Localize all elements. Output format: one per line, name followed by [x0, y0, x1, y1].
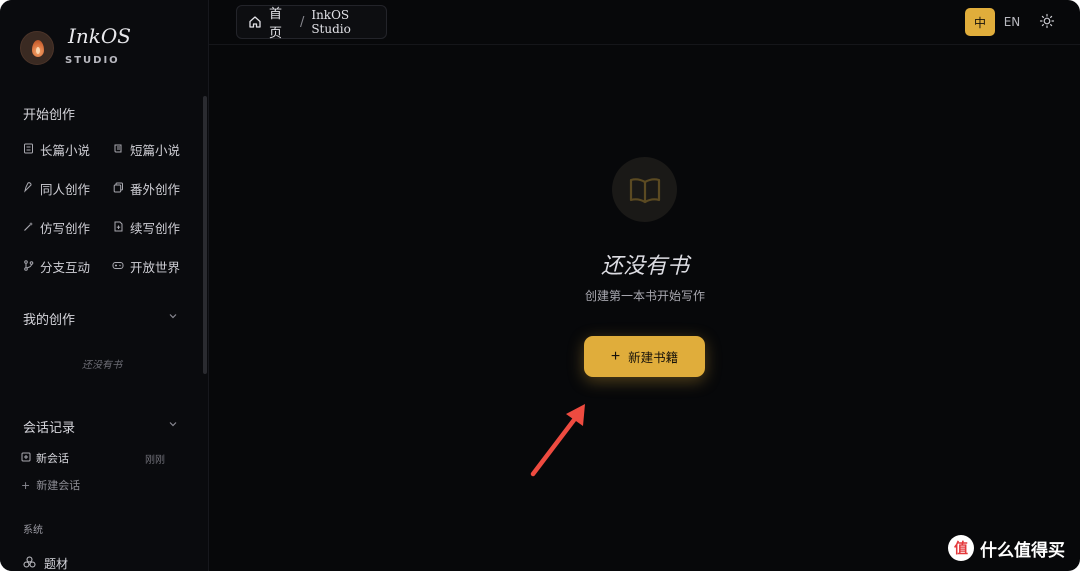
sidebar-item-label: 续写创作	[130, 221, 181, 236]
session-time: 刚刚	[145, 455, 165, 466]
watermark-text: 什么值得买	[980, 540, 1065, 561]
sidebar: InkOS STUDIO 开始创作 长篇小说 短篇小说 同人创作 番外创作 仿写…	[0, 0, 209, 571]
section-title-create: 开始创作	[23, 108, 76, 123]
breadcrumb-home[interactable]: 首页	[269, 3, 293, 41]
sidebar-item-label: 仿写创作	[40, 221, 91, 236]
watermark: 值 什么值得买	[948, 533, 1065, 563]
sidebar-item-fanfic[interactable]: 同人创作	[22, 179, 90, 198]
empty-book-icon	[612, 157, 677, 222]
sidebar-item-label: 同人创作	[40, 182, 91, 197]
feather-icon	[22, 181, 34, 196]
system-section-label: 系统	[23, 525, 43, 536]
scroll-icon	[112, 143, 124, 157]
session-label: 新会话	[36, 452, 69, 465]
plus-icon: +	[610, 347, 621, 365]
sidebar-item-branching[interactable]: 分支互动	[22, 257, 90, 276]
sidebar-item-label: 番外创作	[130, 182, 181, 197]
session-icon	[21, 452, 31, 465]
language-zh-button[interactable]: 中	[965, 8, 995, 36]
sidebar-item-label: 分支互动	[40, 260, 91, 275]
app-window: InkOS STUDIO 开始创作 长篇小说 短篇小说 同人创作 番外创作 仿写…	[0, 0, 1080, 571]
sidebar-item-label: 短篇小说	[130, 143, 181, 158]
logo-icon	[20, 31, 54, 65]
chevron-down-icon[interactable]	[168, 419, 178, 432]
book-icon	[22, 143, 34, 157]
plus-icon: +	[21, 478, 31, 492]
annotation-arrow	[530, 404, 585, 477]
breadcrumb: 首页 / InkOS Studio	[236, 3, 387, 41]
branch-icon	[22, 259, 34, 274]
my-works-empty: 还没有书	[82, 360, 122, 371]
sidebar-item-long-novel[interactable]: 长篇小说	[22, 140, 90, 159]
gamepad-icon	[112, 260, 124, 274]
sidebar-item-short-novel[interactable]: 短篇小说	[112, 140, 180, 159]
new-session-label: 新建会话	[36, 479, 81, 492]
breadcrumb-current: InkOS Studio	[311, 8, 351, 36]
sidebar-item-topics[interactable]: 题材	[23, 555, 68, 571]
sidebar-item-side-story[interactable]: 番外创作	[112, 179, 180, 198]
home-icon[interactable]	[248, 15, 262, 29]
wand-icon	[22, 221, 34, 235]
sidebar-scrollbar[interactable]	[203, 96, 207, 374]
new-session-button[interactable]: + 新建会话	[21, 477, 80, 493]
sidebar-item-imitation[interactable]: 仿写创作	[22, 218, 90, 237]
language-en-button[interactable]: EN	[997, 8, 1027, 36]
topics-label: 题材	[44, 557, 69, 571]
sidebar-item-label: 长篇小说	[40, 143, 91, 158]
brand-name: InkOS	[68, 24, 131, 48]
chevron-down-icon[interactable]	[168, 311, 178, 324]
section-title-my-works[interactable]: 我的创作	[23, 309, 75, 328]
topics-icon	[23, 556, 36, 571]
brand-subtitle: STUDIO	[65, 55, 120, 66]
section-title-sessions[interactable]: 会话记录	[23, 417, 75, 436]
empty-state-subtitle: 创建第一本书开始写作	[584, 289, 705, 303]
sidebar-item-label: 开放世界	[130, 260, 181, 275]
new-book-label: 新建书籍	[628, 351, 679, 365]
watermark-logo: 值	[948, 535, 974, 561]
breadcrumb-separator: /	[299, 14, 305, 30]
session-item[interactable]: 新会话	[21, 450, 69, 466]
empty-state-title: 还没有书	[600, 254, 689, 279]
sidebar-item-open-world[interactable]: 开放世界	[112, 257, 180, 276]
new-book-button[interactable]: + 新建书籍	[584, 336, 705, 377]
sidebar-item-continuation[interactable]: 续写创作	[112, 218, 180, 237]
copy-icon	[112, 182, 124, 196]
file-plus-icon	[112, 221, 124, 235]
sun-icon[interactable]	[1039, 13, 1055, 29]
